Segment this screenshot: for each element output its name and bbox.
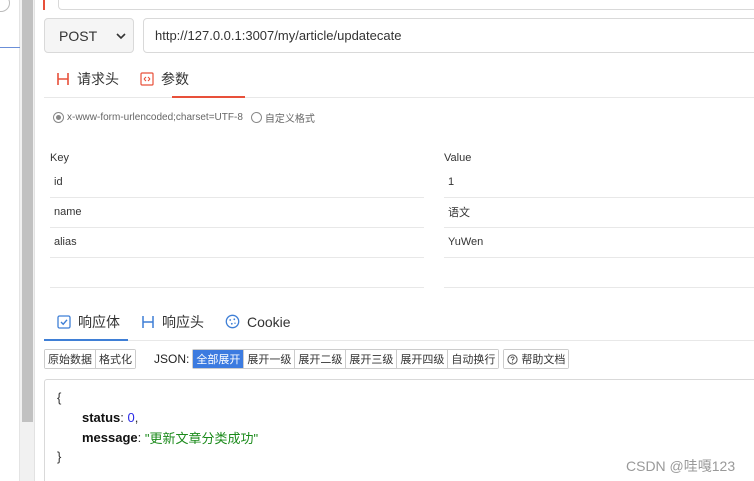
- param-value-cell[interactable]: [444, 257, 754, 288]
- expand-level-3-button[interactable]: 展开三级: [345, 350, 397, 368]
- json-open-brace: {: [57, 389, 62, 405]
- circle-icon: [0, 0, 10, 12]
- selection-indicator: [0, 47, 20, 48]
- json-trail: ,: [134, 409, 139, 425]
- radio-custom[interactable]: [250, 111, 262, 123]
- tab-response-headers[interactable]: 响应头: [141, 304, 204, 339]
- accent-marker: [43, 0, 45, 10]
- response-tabs: 响应体 响应头 Cookie: [44, 304, 754, 341]
- expand-group: 全部展开 展开一级 展开二级 展开三级 展开四级 自动换行: [192, 349, 500, 369]
- word-wrap-button[interactable]: 自动换行: [447, 350, 499, 368]
- tab-label: Cookie: [247, 313, 291, 330]
- json-separator: :: [120, 409, 128, 425]
- expand-level-2-button[interactable]: 展开二级: [294, 350, 346, 368]
- url-value: http://127.0.0.1:3007/my/article/updatec…: [155, 28, 402, 43]
- json-separator: :: [137, 429, 145, 445]
- json-value: 0: [127, 409, 135, 425]
- param-key-cell[interactable]: id: [50, 167, 424, 198]
- param-key-cell[interactable]: name: [50, 197, 424, 228]
- param-value-cell[interactable]: 语文: [444, 197, 754, 228]
- radio-urlencoded[interactable]: [53, 111, 64, 123]
- response-toolbar: 原始数据 格式化 JSON: 全部展开 展开一级 展开二级 展开三级 展开四级 …: [44, 349, 570, 369]
- method-select[interactable]: POST: [44, 18, 134, 53]
- tab-label: 响应头: [162, 313, 204, 330]
- checkbox-icon: [57, 314, 71, 329]
- param-key-cell[interactable]: alias: [50, 227, 424, 258]
- json-field: status : 0 ,: [82, 408, 138, 426]
- tab-label: 响应体: [78, 313, 120, 330]
- encoding-options: x-www-form-urlencoded;charset=UTF-8 自定义格…: [53, 109, 315, 125]
- watermark: CSDN @哇嘎123: [626, 458, 736, 474]
- param-key: name: [54, 206, 82, 218]
- expand-level-1-button[interactable]: 展开一级: [243, 350, 295, 368]
- tab-params[interactable]: 参数: [140, 60, 189, 98]
- heading-icon: [141, 315, 155, 329]
- json-value: "更新文章分类成功": [144, 430, 259, 446]
- radio-label: 自定义格式: [264, 113, 315, 125]
- side-panel: [0, 0, 20, 481]
- param-value: YuWen: [448, 236, 484, 248]
- active-tab-indicator: [172, 96, 245, 98]
- heading-icon: [56, 72, 70, 86]
- help-button[interactable]: 帮助文档: [504, 350, 569, 368]
- expand-level-4-button[interactable]: 展开四级: [396, 350, 448, 368]
- vertical-scrollbar[interactable]: [20, 0, 35, 481]
- value-header: Value: [444, 152, 472, 164]
- view-mode-group: 原始数据 格式化: [44, 349, 136, 369]
- param-value: 1: [448, 176, 455, 188]
- json-label: JSON:: [154, 352, 190, 366]
- format-button[interactable]: 格式化: [95, 350, 135, 368]
- tab-headers[interactable]: 请求头: [56, 60, 119, 98]
- radio-label: x-www-form-urlencoded;charset=UTF-8: [67, 111, 243, 123]
- top-field[interactable]: [58, 0, 754, 10]
- method-value: POST: [59, 27, 98, 44]
- expand-all-button[interactable]: 全部展开: [193, 350, 244, 368]
- raw-data-button[interactable]: 原始数据: [45, 350, 95, 368]
- json-key: status: [82, 409, 121, 425]
- tab-response-body[interactable]: 响应体: [57, 304, 120, 339]
- tab-cookie[interactable]: Cookie: [225, 304, 291, 339]
- cookie-icon: [225, 314, 240, 329]
- json-field: message : "更新文章分类成功": [82, 428, 258, 446]
- param-key: alias: [54, 236, 77, 248]
- scrollbar-thumb[interactable]: [22, 0, 33, 422]
- param-value-cell[interactable]: YuWen: [444, 227, 754, 258]
- request-tabs: 请求头 参数: [44, 60, 754, 98]
- param-key: id: [54, 176, 63, 188]
- chevron-down-icon: [116, 33, 126, 40]
- key-header: Key: [50, 152, 69, 164]
- active-tab-indicator: [44, 339, 128, 341]
- question-icon: [507, 353, 518, 365]
- tab-label: 请求头: [77, 71, 119, 87]
- tab-label: 参数: [161, 71, 189, 87]
- param-key-cell[interactable]: [50, 257, 424, 288]
- help-label: 帮助文档: [521, 354, 566, 366]
- code-file-icon: [140, 72, 154, 86]
- json-close-brace: }: [57, 448, 62, 464]
- help-group: 帮助文档: [503, 349, 570, 369]
- url-input[interactable]: http://127.0.0.1:3007/my/article/updatec…: [143, 18, 754, 53]
- param-value: 语文: [448, 207, 470, 219]
- param-value-cell[interactable]: 1: [444, 167, 754, 198]
- json-key: message: [82, 429, 138, 445]
